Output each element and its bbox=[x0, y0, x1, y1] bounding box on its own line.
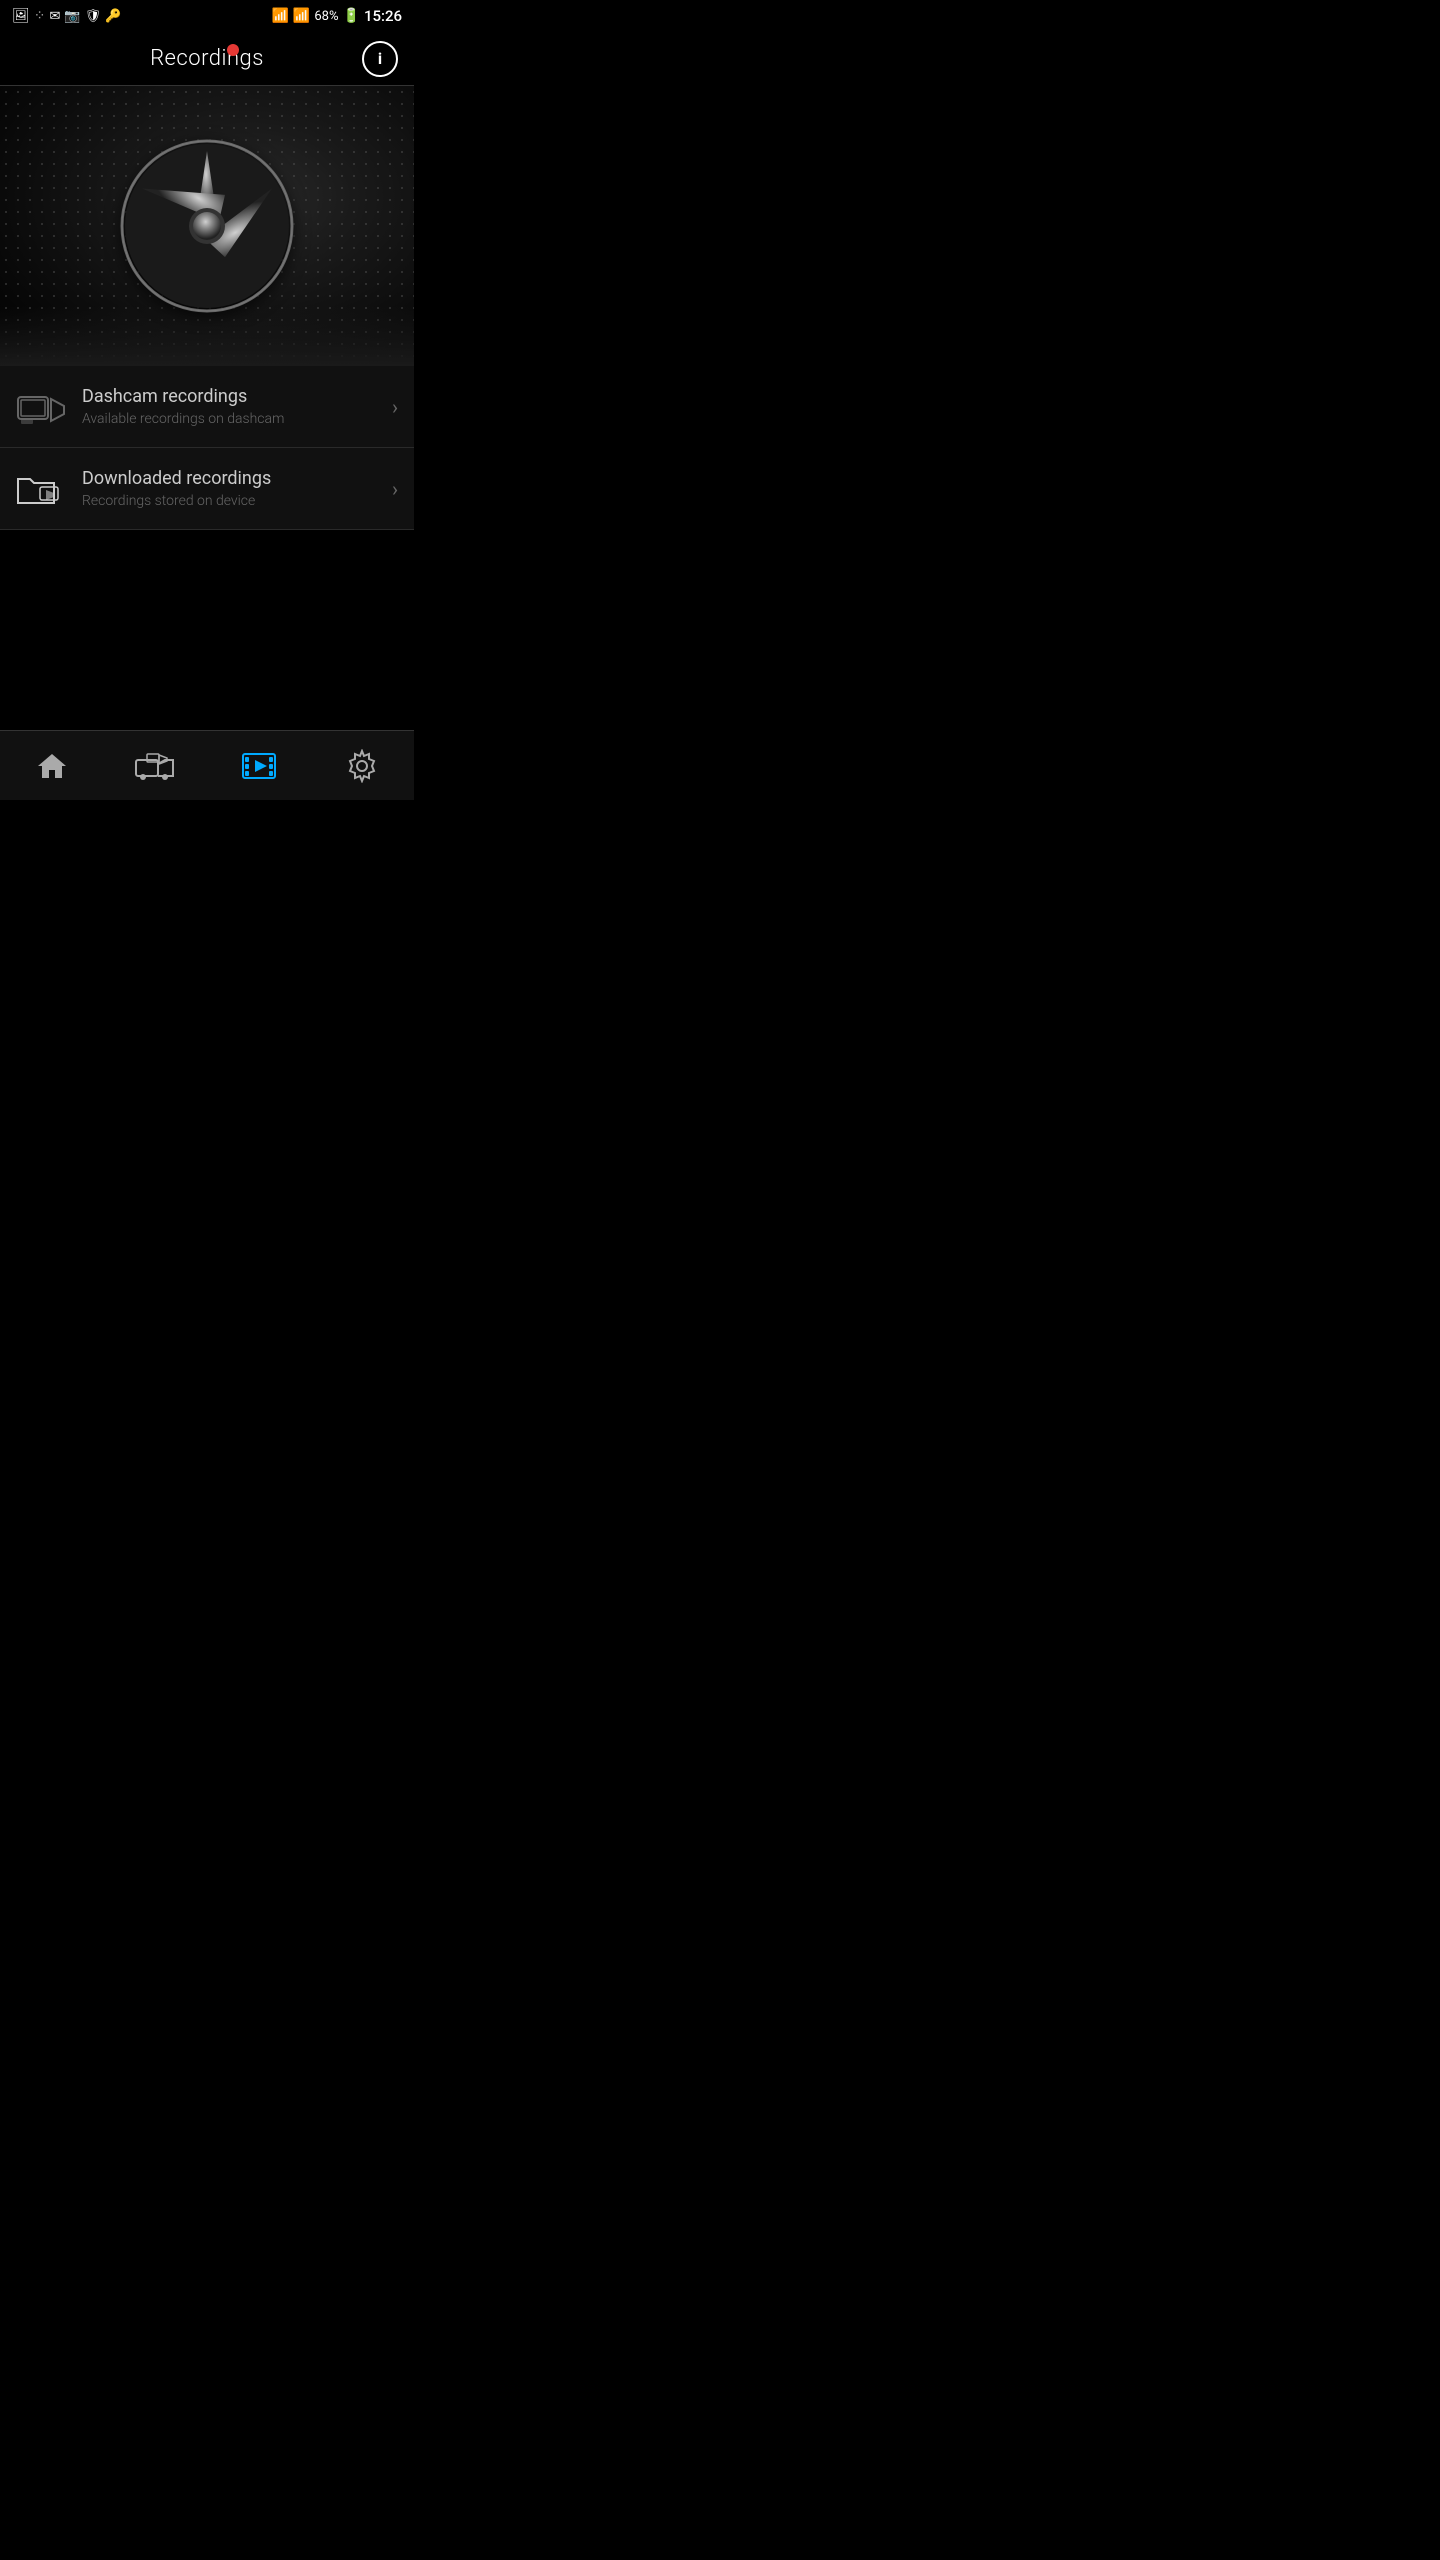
battery-text: 68% bbox=[314, 9, 338, 24]
status-icons-left: 🖼 ⁘ ✉ 📷 🛡 🔑 bbox=[12, 8, 121, 24]
downloaded-recordings-item[interactable]: Downloaded recordings Recordings stored … bbox=[0, 448, 414, 530]
camera-icon: 📷 bbox=[64, 9, 80, 24]
mercedes-star bbox=[117, 136, 297, 316]
status-icons-right: 📶 📶 68% 🔋 15:26 bbox=[271, 7, 402, 25]
picture-icon: 🖼 bbox=[12, 8, 30, 24]
nav-home[interactable] bbox=[0, 744, 104, 788]
time-display: 15:26 bbox=[364, 7, 402, 25]
wifi-icon: 📶 bbox=[271, 8, 288, 24]
nav-dashcam[interactable] bbox=[104, 744, 208, 788]
folder-icon-svg bbox=[16, 469, 66, 509]
dashcam-recordings-item[interactable]: Dashcam recordings Available recordings … bbox=[0, 366, 414, 448]
dashcam-nav-icon bbox=[135, 750, 175, 782]
downloaded-chevron-icon: › bbox=[392, 477, 398, 501]
dashcam-title: Dashcam recordings bbox=[82, 386, 392, 407]
dashcam-subtitle: Available recordings on dashcam bbox=[82, 411, 392, 427]
dashcam-icon-svg bbox=[16, 389, 66, 425]
downloaded-menu-text: Downloaded recordings Recordings stored … bbox=[82, 468, 392, 509]
downloaded-menu-icon bbox=[16, 469, 66, 509]
recordings-nav-icon bbox=[241, 750, 277, 782]
recording-dot bbox=[227, 44, 239, 56]
nav-settings[interactable] bbox=[311, 743, 415, 789]
downloaded-subtitle: Recordings stored on device bbox=[82, 493, 392, 509]
downloaded-title: Downloaded recordings bbox=[82, 468, 392, 489]
main-content: Recordings i bbox=[0, 32, 414, 800]
dashcam-menu-text: Dashcam recordings Available recordings … bbox=[82, 386, 392, 427]
battery-icon: 🔋 bbox=[343, 8, 360, 24]
app-header: Recordings i bbox=[0, 32, 414, 86]
info-button[interactable]: i bbox=[362, 41, 398, 77]
signal-icon: 📶 bbox=[293, 8, 310, 24]
dashcam-chevron-icon: › bbox=[392, 395, 398, 419]
dashcam-menu-icon bbox=[16, 387, 66, 427]
info-icon: i bbox=[378, 49, 382, 68]
menu-section: Dashcam recordings Available recordings … bbox=[0, 366, 414, 530]
settings-gear-icon bbox=[345, 749, 379, 783]
status-bar: 🖼 ⁘ ✉ 📷 🛡 🔑 📶 📶 68% 🔋 15:26 bbox=[0, 0, 414, 32]
hero-image bbox=[0, 86, 414, 366]
shield-icon: 🛡 bbox=[85, 9, 102, 24]
home-icon bbox=[36, 750, 68, 782]
mail-icon: ✉ bbox=[50, 9, 61, 24]
bottom-navigation bbox=[0, 730, 414, 800]
dots-icon: ⁘ bbox=[34, 8, 46, 24]
nav-recordings[interactable] bbox=[207, 744, 311, 788]
spacer bbox=[0, 530, 414, 730]
page-title: Recordings bbox=[150, 46, 264, 71]
key-icon: 🔑 bbox=[105, 9, 121, 24]
